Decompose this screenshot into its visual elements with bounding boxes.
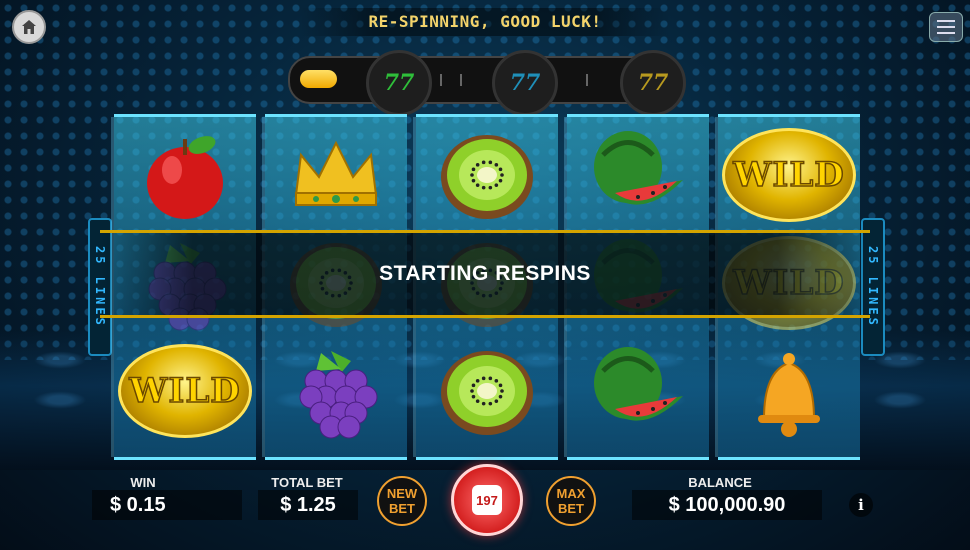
symbol-wild: WILD — [718, 121, 860, 229]
symbol-crown — [265, 121, 407, 229]
total-bet-label: TOTAL BET — [271, 475, 343, 490]
hamburger-menu-icon — [937, 20, 955, 22]
symbol-apple — [114, 121, 256, 229]
symbol-watermelon — [567, 337, 709, 445]
new-bet-button[interactable]: NEW BET — [377, 476, 427, 526]
wild-symbol-label: WILD — [722, 128, 856, 222]
info-button[interactable]: i — [849, 493, 873, 517]
seven-marker-gold: 77 — [620, 50, 686, 116]
max-bet-button[interactable]: MAX BET — [546, 476, 596, 526]
total-bet-value: $ 1.25 — [258, 490, 358, 520]
status-message: RE-SPINNING, GOOD LUCK! — [300, 8, 670, 36]
home-icon — [22, 20, 36, 34]
symbol-grapes — [265, 337, 407, 445]
symbol-wild: WILD — [114, 337, 256, 445]
spin-counter: 197 — [472, 485, 502, 515]
symbol-kiwi — [416, 337, 558, 445]
menu-button[interactable] — [929, 12, 963, 42]
symbol-bell — [718, 337, 860, 445]
respins-banner: STARTING RESPINS — [100, 230, 870, 318]
seven-marker-blue: 77 — [492, 50, 558, 116]
banner-text: STARTING RESPINS — [379, 262, 591, 285]
balance-label: BALANCE — [688, 475, 752, 490]
respin-progress-fill — [300, 70, 337, 88]
wild-symbol-label: WILD — [118, 344, 252, 438]
win-value: $ 0.15 — [92, 490, 242, 520]
respin-progress-bar: 77 77 77 — [288, 50, 686, 116]
balance-value: $ 100,000.90 — [632, 490, 822, 520]
symbol-watermelon — [567, 121, 709, 229]
win-label: WIN — [130, 475, 156, 490]
spin-button[interactable]: 197 — [451, 464, 523, 536]
seven-marker-green: 77 — [366, 50, 432, 116]
symbol-kiwi — [416, 121, 558, 229]
home-button[interactable] — [12, 10, 46, 44]
